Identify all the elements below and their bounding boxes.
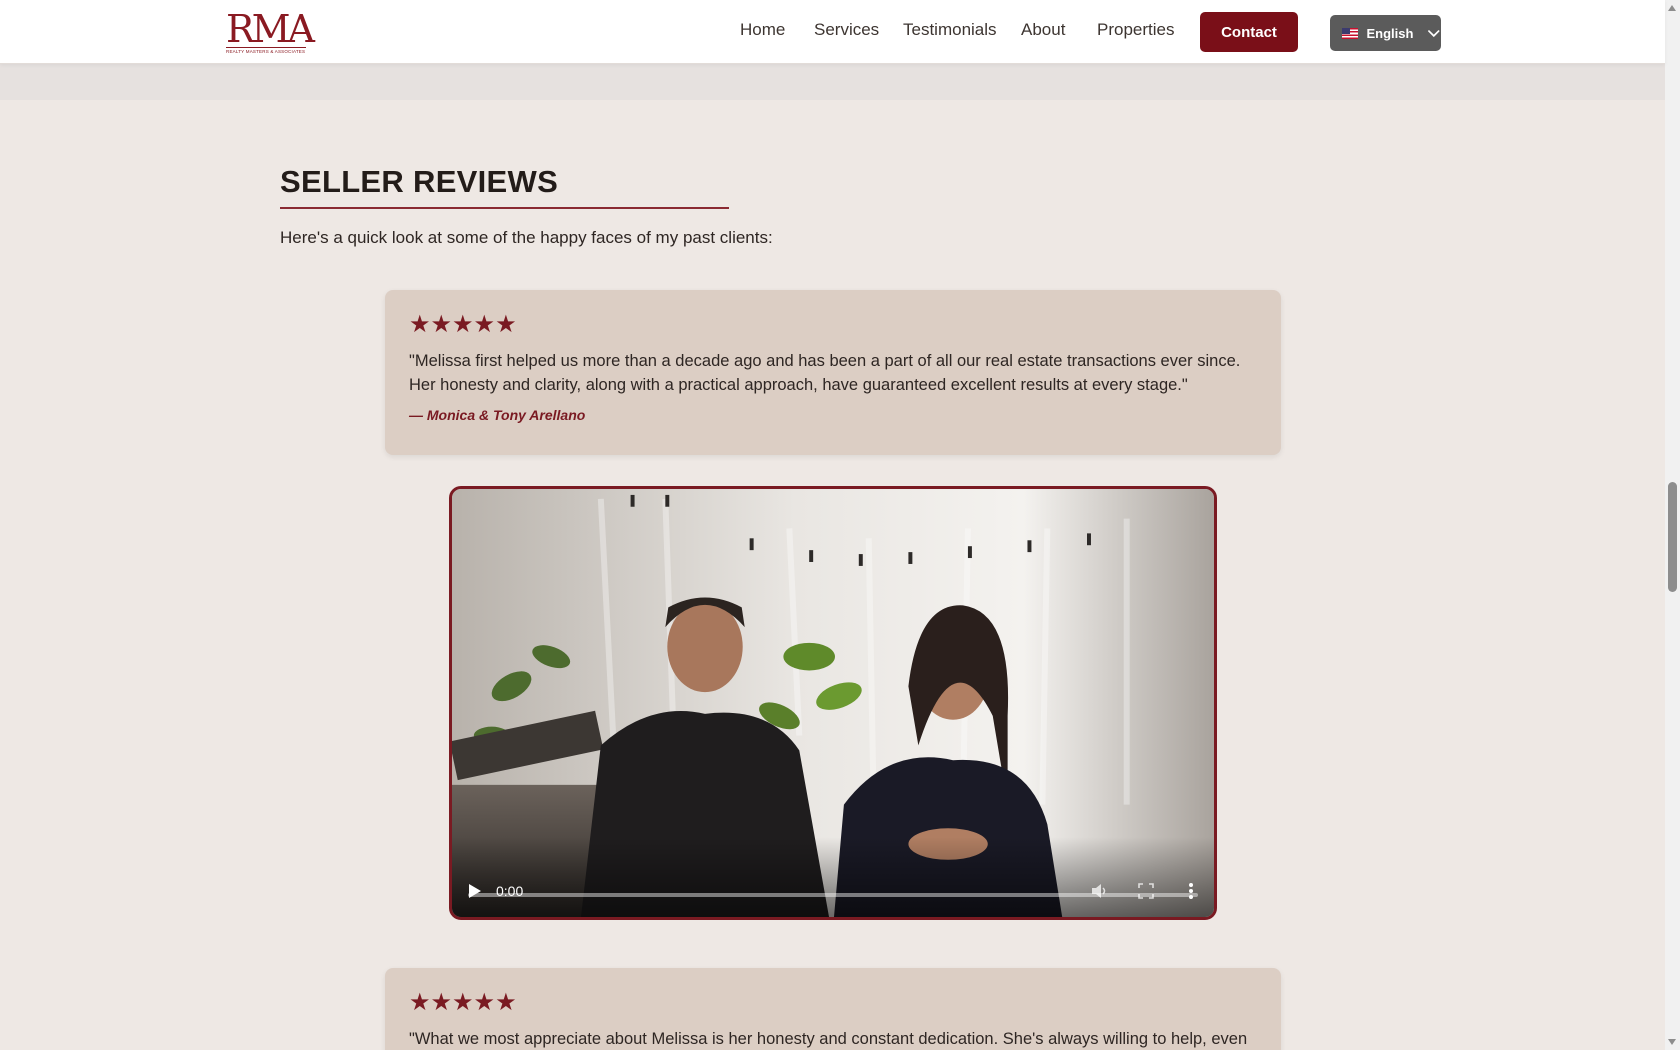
volume-icon[interactable] (1090, 882, 1108, 900)
nav-services[interactable]: Services (814, 20, 879, 40)
more-options-icon[interactable] (1188, 882, 1194, 900)
title-underline (280, 207, 729, 209)
scroll-thumb[interactable] (1668, 482, 1677, 592)
review-card: ★★★★★ "What we most appreciate about Mel… (385, 968, 1281, 1050)
section-divider-strip (0, 64, 1665, 100)
testimonial-video[interactable]: 0:00 (449, 486, 1217, 920)
video-progress-bar[interactable] (468, 893, 1198, 897)
nav-home[interactable]: Home (740, 20, 785, 40)
review-quote: "What we most appreciate about Melissa i… (409, 1030, 1248, 1048)
star-rating-icon: ★★★★★ (409, 310, 517, 338)
nav-about[interactable]: About (1021, 20, 1065, 40)
scroll-up-arrow-icon[interactable] (1668, 5, 1676, 11)
star-rating-icon: ★★★★★ (409, 988, 517, 1016)
section-intro: Here's a quick look at some of the happy… (280, 228, 773, 247)
chevron-down-icon (1428, 30, 1440, 38)
language-selector[interactable]: English (1330, 15, 1441, 51)
review-author: — Monica & Tony Arellano (409, 407, 586, 423)
review-quote: "Melissa first helped us more than a dec… (409, 352, 1241, 394)
nav-testimonials[interactable]: Testimonials (903, 20, 997, 40)
video-controls: 0:00 (452, 837, 1214, 917)
contact-button[interactable]: Contact (1200, 12, 1298, 52)
page-scrollbar[interactable] (1665, 0, 1680, 1050)
scroll-down-arrow-icon[interactable] (1668, 1039, 1676, 1045)
review-card: ★★★★★ "Melissa first helped us more than… (385, 290, 1281, 455)
language-label: English (1366, 25, 1414, 41)
nav-properties[interactable]: Properties (1097, 20, 1174, 40)
site-header: RMA REALTY MASTERS & ASSOCIATES Home Ser… (0, 0, 1665, 64)
us-flag-icon (1342, 27, 1359, 39)
section-title: SELLER REVIEWS (280, 164, 559, 199)
